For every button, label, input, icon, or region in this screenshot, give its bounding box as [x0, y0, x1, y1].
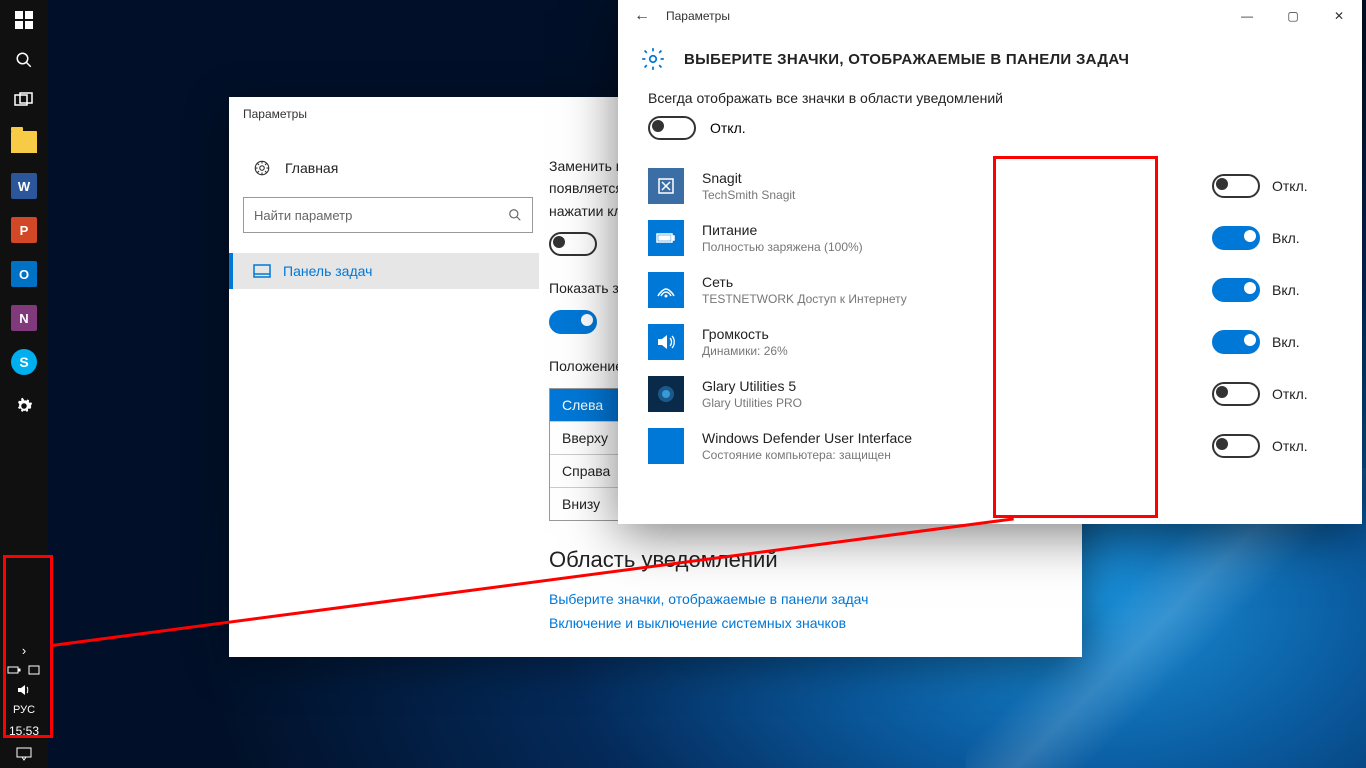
- always-show-label: Всегда отображать все значки в области у…: [648, 90, 1332, 106]
- settings-sidebar: Главная Найти параметр Панель задач: [229, 131, 539, 657]
- onenote-icon[interactable]: N: [0, 296, 48, 340]
- app-subtitle: TESTNETWORK Доступ к Интернету: [702, 292, 1194, 306]
- page-heading: ВЫБЕРИТЕ ЗНАЧКИ, ОТОБРАЖАЕМЫЕ В ПАНЕЛИ З…: [684, 51, 1129, 68]
- always-show-state: Откл.: [710, 120, 746, 136]
- search-icon: [508, 208, 522, 222]
- action-center-icon[interactable]: [16, 747, 32, 761]
- app-toggle[interactable]: [1212, 174, 1260, 198]
- app-toggle[interactable]: [1212, 382, 1260, 406]
- system-tray: › РУС 15:53: [7, 640, 41, 768]
- show-icons-toggle[interactable]: [549, 310, 597, 334]
- tray-app-row: Громкость Динамики: 26% Вкл.: [648, 316, 1332, 368]
- powerpoint-icon[interactable]: P: [0, 208, 48, 252]
- app-subtitle: Состояние компьютера: защищен: [702, 448, 1194, 462]
- minimize-button[interactable]: —: [1224, 0, 1270, 32]
- app-toggle[interactable]: [1212, 278, 1260, 302]
- app-toggle[interactable]: [1212, 434, 1260, 458]
- app-name: Сеть: [702, 274, 1194, 290]
- sidebar-item-label: Панель задач: [283, 263, 372, 279]
- titlebar: ← Параметры — ▢ ✕: [618, 0, 1362, 32]
- clock[interactable]: 15:53: [9, 724, 39, 738]
- home-nav-item[interactable]: Главная: [243, 151, 539, 185]
- battery-icon[interactable]: [7, 665, 21, 675]
- app-info: Windows Defender User Interface Состояние…: [702, 430, 1194, 462]
- taskbar-vertical: W P O N S › РУС 15:53: [0, 0, 48, 768]
- app-name: Громкость: [702, 326, 1194, 342]
- sidebar-item-taskbar[interactable]: Панель задач: [229, 253, 539, 289]
- app-subtitle: Полностью заряжена (100%): [702, 240, 1194, 254]
- link-select-icons[interactable]: Выберите значки, отображаемые в панели з…: [549, 591, 1052, 607]
- language-indicator[interactable]: РУС: [13, 704, 35, 716]
- outlook-icon[interactable]: O: [0, 252, 48, 296]
- app-name: Glary Utilities 5: [702, 378, 1194, 394]
- search-placeholder: Найти параметр: [254, 208, 352, 223]
- search-icon[interactable]: [0, 40, 48, 80]
- app-name: Snagit: [702, 170, 1194, 186]
- always-show-toggle[interactable]: [648, 116, 696, 140]
- app-icon: [648, 376, 684, 412]
- app-icon: [648, 272, 684, 308]
- tray-expand-icon[interactable]: ›: [22, 643, 26, 658]
- search-input[interactable]: Найти параметр: [243, 197, 533, 233]
- home-label: Главная: [285, 160, 338, 176]
- tray-app-row: Windows Defender User Interface Состояние…: [648, 420, 1332, 472]
- app-toggle-state: Откл.: [1272, 178, 1308, 194]
- start-button[interactable]: [0, 0, 48, 40]
- tray-app-row: Glary Utilities 5 Glary Utilities PRO Откл…: [648, 368, 1332, 420]
- maximize-button[interactable]: ▢: [1270, 0, 1316, 32]
- skype-icon[interactable]: S: [0, 340, 48, 384]
- app-icon: [648, 168, 684, 204]
- tray-app-row: Питание Полностью заряжена (100%) Вкл.: [648, 212, 1332, 264]
- section-heading-notifications: Область уведомлений: [549, 547, 1052, 573]
- app-name: Windows Defender User Interface: [702, 430, 1194, 446]
- close-button[interactable]: ✕: [1316, 0, 1362, 32]
- app-subtitle: Динамики: 26%: [702, 344, 1194, 358]
- app-icon: [648, 220, 684, 256]
- settings-icon[interactable]: [0, 384, 48, 428]
- gear-icon: [640, 46, 666, 72]
- app-toggle[interactable]: [1212, 330, 1260, 354]
- task-view-icon[interactable]: [0, 80, 48, 120]
- volume-icon[interactable]: [17, 684, 31, 696]
- app-info: Snagit TechSmith Snagit: [702, 170, 1194, 202]
- window-title: Параметры: [666, 9, 730, 23]
- app-toggle[interactable]: [1212, 226, 1260, 250]
- app-info: Сеть TESTNETWORK Доступ к Интернету: [702, 274, 1194, 306]
- app-toggle-state: Откл.: [1272, 438, 1308, 454]
- link-system-icons[interactable]: Включение и выключение системных значков: [549, 615, 1052, 631]
- file-explorer-icon[interactable]: [0, 120, 48, 164]
- powershell-toggle[interactable]: [549, 232, 597, 256]
- app-info: Питание Полностью заряжена (100%): [702, 222, 1194, 254]
- app-name: Питание: [702, 222, 1194, 238]
- word-icon[interactable]: W: [0, 164, 48, 208]
- app-info: Glary Utilities 5 Glary Utilities PRO: [702, 378, 1194, 410]
- app-icon: [648, 324, 684, 360]
- settings-window-tray-icons: ← Параметры — ▢ ✕ ВЫБЕРИТЕ ЗНАЧКИ, ОТОБР…: [618, 0, 1362, 524]
- app-icon: [648, 428, 684, 464]
- back-button[interactable]: ←: [626, 0, 658, 32]
- app-info: Громкость Динамики: 26%: [702, 326, 1194, 358]
- app-subtitle: Glary Utilities PRO: [702, 396, 1194, 410]
- network-icon[interactable]: [27, 664, 41, 676]
- tray-app-row: Сеть TESTNETWORK Доступ к Интернету Вкл.: [648, 264, 1332, 316]
- tray-app-row: Snagit TechSmith Snagit Откл.: [648, 160, 1332, 212]
- app-toggle-state: Вкл.: [1272, 230, 1300, 246]
- app-toggle-state: Вкл.: [1272, 282, 1300, 298]
- tray-apps-list: Snagit TechSmith Snagit Откл. Питание Полнос…: [648, 160, 1332, 472]
- app-toggle-state: Вкл.: [1272, 334, 1300, 350]
- app-subtitle: TechSmith Snagit: [702, 188, 1194, 202]
- app-toggle-state: Откл.: [1272, 386, 1308, 402]
